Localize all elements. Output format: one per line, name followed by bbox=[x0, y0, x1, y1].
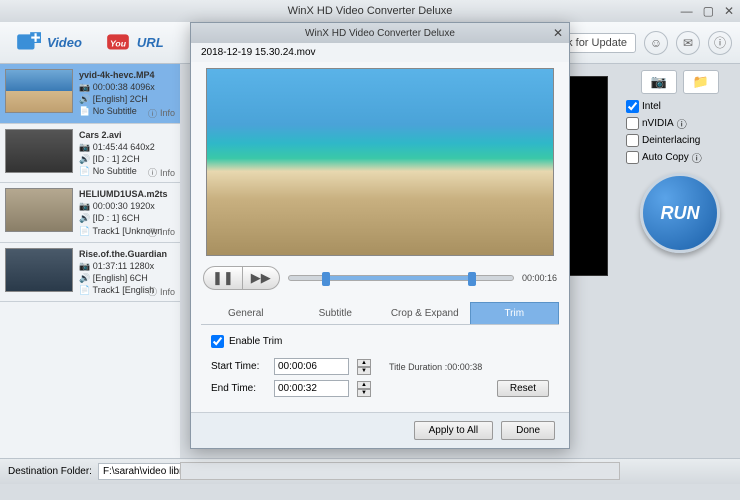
preview-seek[interactable] bbox=[180, 462, 620, 480]
start-up-icon[interactable]: ▲ bbox=[357, 359, 371, 367]
maximize-icon[interactable]: ▢ bbox=[703, 4, 714, 18]
dialog-preview bbox=[206, 68, 554, 256]
fastforward-button[interactable]: ▶▶ bbox=[243, 267, 279, 289]
list-item[interactable]: Rise.of.the.Guardian 📷 01:37:11 1280x 🔊 … bbox=[0, 243, 180, 303]
dialog-filename: 2018-12-19 15.30.24.mov bbox=[191, 43, 569, 62]
tab-crop[interactable]: Crop & Expand bbox=[380, 302, 470, 324]
time-display: 00:00:16 bbox=[522, 273, 557, 283]
trim-seek-bar[interactable] bbox=[288, 275, 514, 281]
thumbnail bbox=[5, 129, 73, 173]
add-url-button[interactable]: You URL bbox=[98, 26, 170, 60]
run-button[interactable]: RUN bbox=[640, 173, 720, 253]
trim-start-handle[interactable] bbox=[322, 272, 330, 286]
tab-trim[interactable]: Trim bbox=[470, 302, 560, 324]
tab-subtitle[interactable]: Subtitle bbox=[291, 302, 381, 324]
info-button[interactable]: ⓘ Info bbox=[148, 285, 175, 298]
info-button[interactable]: ⓘ Info bbox=[148, 166, 175, 179]
pause-button[interactable]: ❚❚ bbox=[204, 267, 243, 289]
done-button[interactable]: Done bbox=[501, 421, 555, 440]
close-icon[interactable]: ✕ bbox=[724, 4, 734, 18]
deinterlace-checkbox[interactable]: Deinterlacing bbox=[626, 134, 734, 147]
end-time-input[interactable] bbox=[274, 380, 349, 397]
thumbnail bbox=[5, 248, 73, 292]
info-button[interactable]: ⓘ Info bbox=[148, 226, 175, 239]
end-time-label: End Time: bbox=[211, 383, 266, 394]
list-item[interactable]: HELIUMD1USA.m2ts 📷 00:00:30 1920x 🔊 [ID … bbox=[0, 183, 180, 243]
dest-label: Destination Folder: bbox=[8, 466, 92, 477]
minimize-icon[interactable]: ― bbox=[681, 4, 693, 18]
add-video-button[interactable]: Video bbox=[8, 26, 88, 60]
dialog-titlebar: WinX HD Video Converter Deluxe ✕ bbox=[191, 23, 569, 43]
start-time-label: Start Time: bbox=[211, 361, 266, 372]
nvidia-checkbox[interactable]: nVIDIA ⓘ bbox=[626, 116, 734, 131]
thumbnail bbox=[5, 69, 73, 113]
app-title: WinX HD Video Converter Deluxe bbox=[288, 5, 453, 17]
thumbnail bbox=[5, 188, 73, 232]
mail-icon[interactable]: ✉ bbox=[676, 31, 700, 55]
dialog-close-icon[interactable]: ✕ bbox=[553, 26, 563, 40]
apply-all-button[interactable]: Apply to All bbox=[414, 421, 493, 440]
list-item[interactable]: Cars 2.avi 📷 01:45:44 640x2 🔊 [ID : 1] 2… bbox=[0, 124, 180, 184]
autocopy-checkbox[interactable]: Auto Copy ⓘ bbox=[626, 150, 734, 165]
title-duration: Title Duration :00:00:38 bbox=[389, 362, 482, 372]
intel-checkbox[interactable]: Intel bbox=[626, 100, 734, 113]
tab-general[interactable]: General bbox=[201, 302, 291, 324]
trim-end-handle[interactable] bbox=[468, 272, 476, 286]
open-folder-button[interactable]: 📁 bbox=[683, 70, 719, 94]
snapshot-button[interactable]: 📷 bbox=[641, 70, 677, 94]
enable-trim-checkbox[interactable]: Enable Trim bbox=[211, 335, 549, 348]
svg-text:You: You bbox=[110, 38, 127, 48]
start-time-input[interactable] bbox=[274, 358, 349, 375]
right-panel: 📷 📁 Intel nVIDIA ⓘ Deinterlacing Auto Co… bbox=[620, 64, 740, 458]
list-item[interactable]: yvid-4k-hevc.MP4 📷 00:00:38 4096x 🔊 [Eng… bbox=[0, 64, 180, 124]
edit-dialog: WinX HD Video Converter Deluxe ✕ 2018-12… bbox=[190, 22, 570, 449]
info-button[interactable]: ⓘ Info bbox=[148, 107, 175, 120]
start-down-icon[interactable]: ▼ bbox=[357, 367, 371, 375]
main-titlebar: WinX HD Video Converter Deluxe ― ▢ ✕ bbox=[0, 0, 740, 22]
video-list: yvid-4k-hevc.MP4 📷 00:00:38 4096x 🔊 [Eng… bbox=[0, 64, 180, 458]
user-icon[interactable]: ☺ bbox=[644, 31, 668, 55]
end-down-icon[interactable]: ▼ bbox=[357, 389, 371, 397]
info-icon[interactable]: ⓘ bbox=[708, 31, 732, 55]
end-up-icon[interactable]: ▲ bbox=[357, 381, 371, 389]
reset-button[interactable]: Reset bbox=[497, 380, 549, 397]
